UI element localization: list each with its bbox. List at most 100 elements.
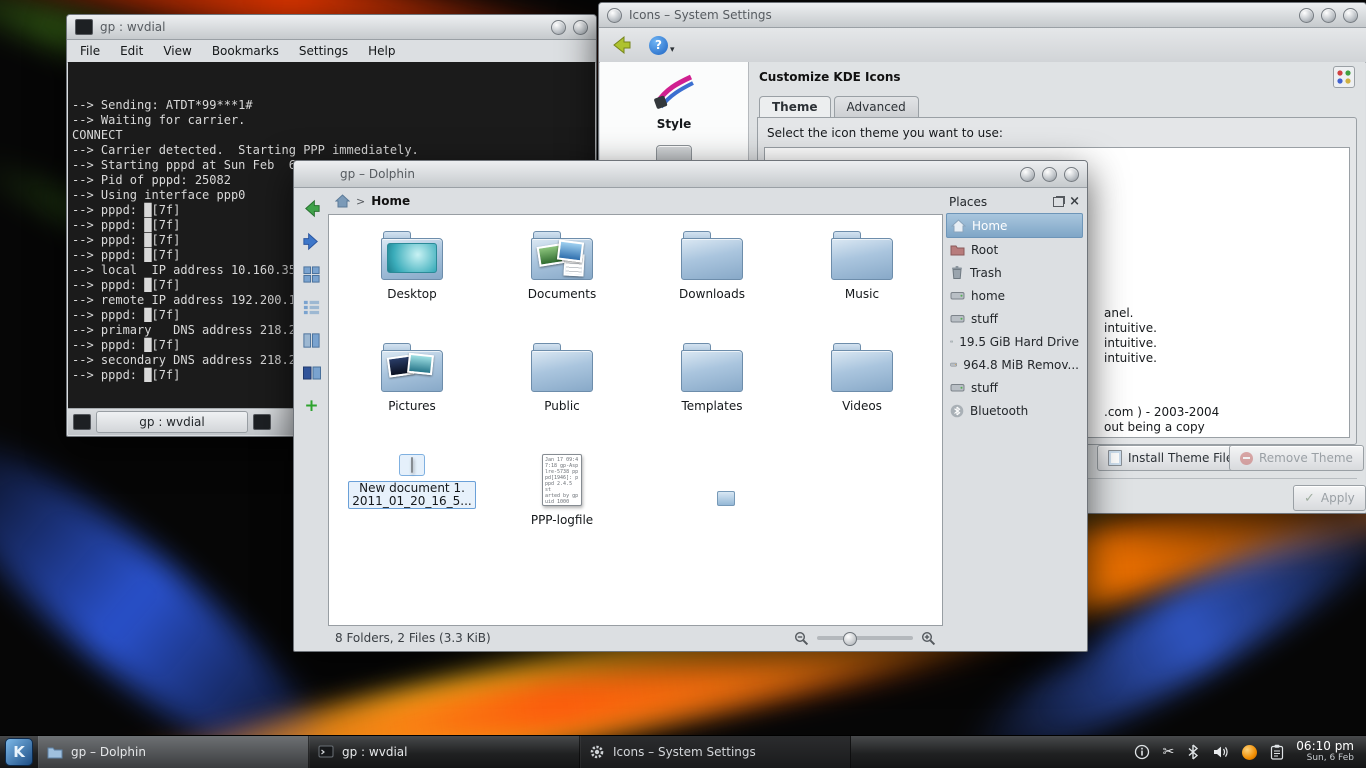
clipboard-tray-icon[interactable] [1270,744,1284,760]
tab-list-button[interactable] [253,414,271,430]
zoom-slider-handle[interactable] [843,632,857,646]
columns-view-button[interactable] [300,329,324,351]
tab-theme[interactable]: Theme [759,96,831,117]
sidebar-item-style[interactable]: Style [600,70,748,131]
file-label: New document 1. 2011_01_20_16_5... [348,481,475,509]
folder-item[interactable]: Templates [637,332,787,444]
places-item-stuff[interactable]: stuff [946,307,1083,330]
klipper-scissors-icon[interactable]: ✂ [1163,744,1175,760]
places-item-label: Bluetooth [970,404,1028,418]
maximize-button[interactable] [551,20,566,35]
folder-icon [531,342,593,392]
menu-bookmarks[interactable]: Bookmarks [212,44,279,58]
clock[interactable]: 06:10 pm Sun, 6 Feb [1296,736,1366,768]
check-icon: ✓ [1304,491,1315,506]
tab-advanced[interactable]: Advanced [834,96,919,117]
home-icon [951,219,966,233]
menu-help[interactable]: Help [368,44,395,58]
overview-grid-icon[interactable] [1333,66,1355,88]
folder-item[interactable]: Videos [787,332,937,444]
theme-copyright-fragment: .com ) - 2003-2004 [1104,405,1219,419]
taskbar-task-dolphin[interactable]: gp – Dolphin [38,736,309,768]
close-button[interactable] [1343,8,1358,23]
folder-item[interactable]: Documents [487,220,637,332]
folder-item[interactable]: Music [787,220,937,332]
zoom-out-icon[interactable] [794,631,809,646]
icons-view-button[interactable] [300,263,324,285]
file-item-selected[interactable]: New document 1. 2011_01_20_16_5... [337,444,487,556]
volume-icon[interactable] [1212,744,1229,760]
menu-view[interactable]: View [163,44,191,58]
places-item-hard-drive[interactable]: 19.5 GiB Hard Drive [946,330,1083,353]
theme-description-fragment: intuitive. [1104,351,1157,365]
maximize-button[interactable] [1042,167,1057,182]
file-item[interactable]: Jan 17 09:47:18 gp-Asplre-5738 pppd[1946… [487,444,637,556]
task-label: gp : wvdial [342,745,407,759]
detach-panel-icon[interactable] [1053,197,1064,207]
menu-edit[interactable]: Edit [120,44,143,58]
system-settings-titlebar[interactable]: Icons – System Settings [599,3,1366,28]
gear-icon [589,744,605,760]
add-button[interactable]: + [300,395,324,417]
folder-view[interactable]: Desktop Documents Downloads [328,214,943,626]
new-tab-button[interactable] [73,414,91,430]
home-icon[interactable] [335,194,350,208]
close-button[interactable] [573,20,588,35]
clock-time: 06:10 pm [1296,740,1354,752]
close-panel-icon[interactable]: × [1069,197,1080,207]
back-icon[interactable] [609,33,633,57]
icons-view-icon [302,265,321,284]
folder-icon [681,342,743,392]
minimize-button[interactable] [1020,167,1035,182]
taskbar-task-terminal[interactable]: gp : wvdial [309,736,580,768]
page-title: Customize KDE Icons [759,70,901,84]
zoom-in-icon[interactable] [921,631,936,646]
bluetooth-tray-icon[interactable] [1187,744,1199,760]
folder-item[interactable]: Desktop [337,220,487,332]
taskbar-task-system-settings[interactable]: Icons – System Settings [580,736,851,768]
dolphin-body: + > Home Desktop [295,188,1086,650]
notifications-icon[interactable] [1134,744,1150,760]
forward-button[interactable] [300,230,324,252]
minimize-button[interactable] [1299,8,1314,23]
style-icon [652,70,696,110]
maximize-button[interactable] [1321,8,1336,23]
zoom-slider[interactable] [817,636,913,640]
terminal-tab[interactable]: gp : wvdial [96,411,248,433]
details-view-button[interactable] [300,296,324,318]
trash-icon [950,265,964,280]
back-icon [301,198,322,219]
places-item-root[interactable]: Root [946,238,1083,261]
dolphin-titlebar[interactable]: gp – Dolphin [294,161,1087,188]
folder-icon-documents [531,230,593,280]
folder-item[interactable]: Public [487,332,637,444]
apply-button[interactable]: ✓ Apply [1293,485,1366,511]
breadcrumb-separator: > [356,195,365,208]
remove-theme-button[interactable]: Remove Theme [1229,445,1364,471]
folder-icon [831,342,893,392]
clock-date: Sun, 6 Feb [1296,752,1354,764]
split-view-button[interactable] [300,362,324,384]
places-item-home[interactable]: Home [946,213,1083,238]
app-launcher-button[interactable]: K [0,736,38,768]
places-item-removable[interactable]: 964.8 MiB Remov... [946,353,1083,376]
menu-file[interactable]: File [80,44,100,58]
columns-view-icon [302,331,321,350]
folder-item[interactable]: Downloads [637,220,787,332]
breadcrumb-current[interactable]: Home [371,194,410,208]
back-button[interactable] [300,197,324,219]
menu-settings[interactable]: Settings [299,44,348,58]
places-item-label: 964.8 MiB Remov... [963,358,1079,372]
terminal-titlebar[interactable]: gp : wvdial [67,15,596,40]
folder-icon-desktop [381,230,443,280]
places-item-bluetooth[interactable]: Bluetooth [946,399,1083,422]
window-menu-button[interactable] [607,8,622,23]
places-item-stuff2[interactable]: stuff [946,376,1083,399]
theme-copy-fragment: out being a copy [1104,420,1205,434]
help-button[interactable]: ? ▾ [649,36,675,55]
updates-tray-icon[interactable] [1242,745,1257,760]
close-button[interactable] [1064,167,1079,182]
places-item-trash[interactable]: Trash [946,261,1083,284]
places-item-home-mount[interactable]: home [946,284,1083,307]
folder-item[interactable]: Pictures [337,332,487,444]
